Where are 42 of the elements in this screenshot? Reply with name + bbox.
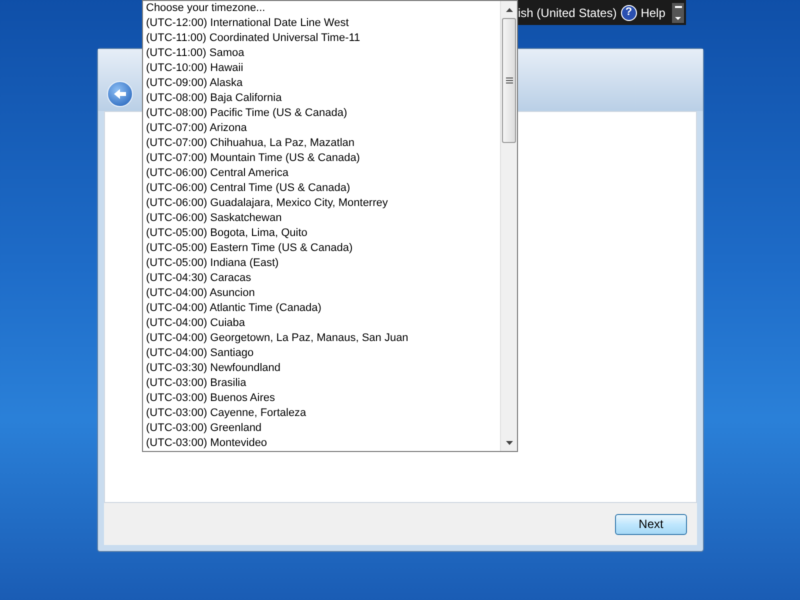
timezone-option[interactable]: (UTC-04:00) Asuncion bbox=[146, 286, 500, 301]
timezone-option[interactable]: (UTC-03:00) Greenland bbox=[146, 421, 500, 436]
timezone-option[interactable]: (UTC-11:00) Samoa bbox=[146, 46, 500, 61]
timezone-option[interactable]: (UTC-04:00) Atlantic Time (Canada) bbox=[146, 301, 500, 316]
timezone-option[interactable]: (UTC-05:00) Eastern Time (US & Canada) bbox=[146, 241, 500, 256]
help-icon[interactable]: ? bbox=[620, 4, 637, 20]
timezone-option[interactable]: (UTC-09:00) Alaska bbox=[146, 76, 500, 91]
timezone-option[interactable]: (UTC-08:00) Pacific Time (US & Canada) bbox=[146, 106, 500, 121]
scrollbar[interactable] bbox=[500, 1, 517, 451]
timezone-option[interactable]: (UTC-05:00) Indiana (East) bbox=[146, 256, 500, 271]
timezone-option[interactable]: (UTC-03:00) Cayenne, Fortaleza bbox=[146, 406, 500, 421]
timezone-option[interactable]: (UTC-08:00) Baja California bbox=[146, 91, 500, 106]
timezone-option[interactable]: (UTC-10:00) Hawaii bbox=[146, 61, 500, 76]
timezone-option[interactable]: (UTC-04:00) Santiago bbox=[146, 346, 500, 361]
timezone-option[interactable]: (UTC-03:00) Montevideo bbox=[146, 436, 500, 451]
back-button[interactable] bbox=[107, 81, 133, 107]
timezone-option[interactable]: (UTC-03:30) Newfoundland bbox=[146, 361, 500, 376]
next-button[interactable]: Next bbox=[615, 514, 687, 534]
language-label[interactable]: ish (United States) bbox=[518, 4, 617, 22]
scroll-down-icon[interactable] bbox=[506, 441, 512, 445]
timezone-option[interactable]: (UTC-04:00) Cuiaba bbox=[146, 316, 500, 331]
timezone-option[interactable]: (UTC-11:00) Coordinated Universal Time-11 bbox=[146, 31, 500, 46]
help-label[interactable]: Help bbox=[640, 4, 666, 22]
timezone-option[interactable]: (UTC-12:00) International Date Line West bbox=[146, 16, 500, 31]
minimize-icon[interactable] bbox=[672, 2, 684, 22]
scroll-up-icon[interactable] bbox=[506, 8, 512, 12]
timezone-prompt-option[interactable]: Choose your timezone... bbox=[146, 1, 500, 16]
scrollbar-thumb[interactable] bbox=[502, 18, 516, 143]
timezone-option[interactable]: (UTC-06:00) Guadalajara, Mexico City, Monterrey bbox=[146, 196, 500, 211]
timezone-option[interactable]: (UTC-03:00) Buenos Aires bbox=[146, 391, 500, 406]
timezone-option[interactable]: (UTC-07:00) Arizona bbox=[146, 121, 500, 136]
timezone-option[interactable]: (UTC-03:00) Brasilia bbox=[146, 376, 500, 391]
timezone-option[interactable]: (UTC-04:00) Georgetown, La Paz, Manaus, San Juan bbox=[146, 331, 500, 346]
timezone-option[interactable]: (UTC-05:00) Bogota, Lima, Quito bbox=[146, 226, 500, 241]
timezone-option[interactable]: (UTC-06:00) Saskatchewan bbox=[146, 211, 500, 226]
timezone-option[interactable]: (UTC-07:00) Mountain Time (US & Canada) bbox=[146, 151, 500, 166]
grip-icon bbox=[506, 77, 512, 84]
timezone-option[interactable]: (UTC-06:00) Central America bbox=[146, 166, 500, 181]
timezone-option[interactable]: (UTC-07:00) Chihuahua, La Paz, Mazatlan bbox=[146, 136, 500, 151]
timezone-option[interactable]: (UTC-06:00) Central Time (US & Canada) bbox=[146, 181, 500, 196]
left-arrow-icon bbox=[113, 88, 127, 100]
timezone-option[interactable]: (UTC-04:30) Caracas bbox=[146, 271, 500, 286]
